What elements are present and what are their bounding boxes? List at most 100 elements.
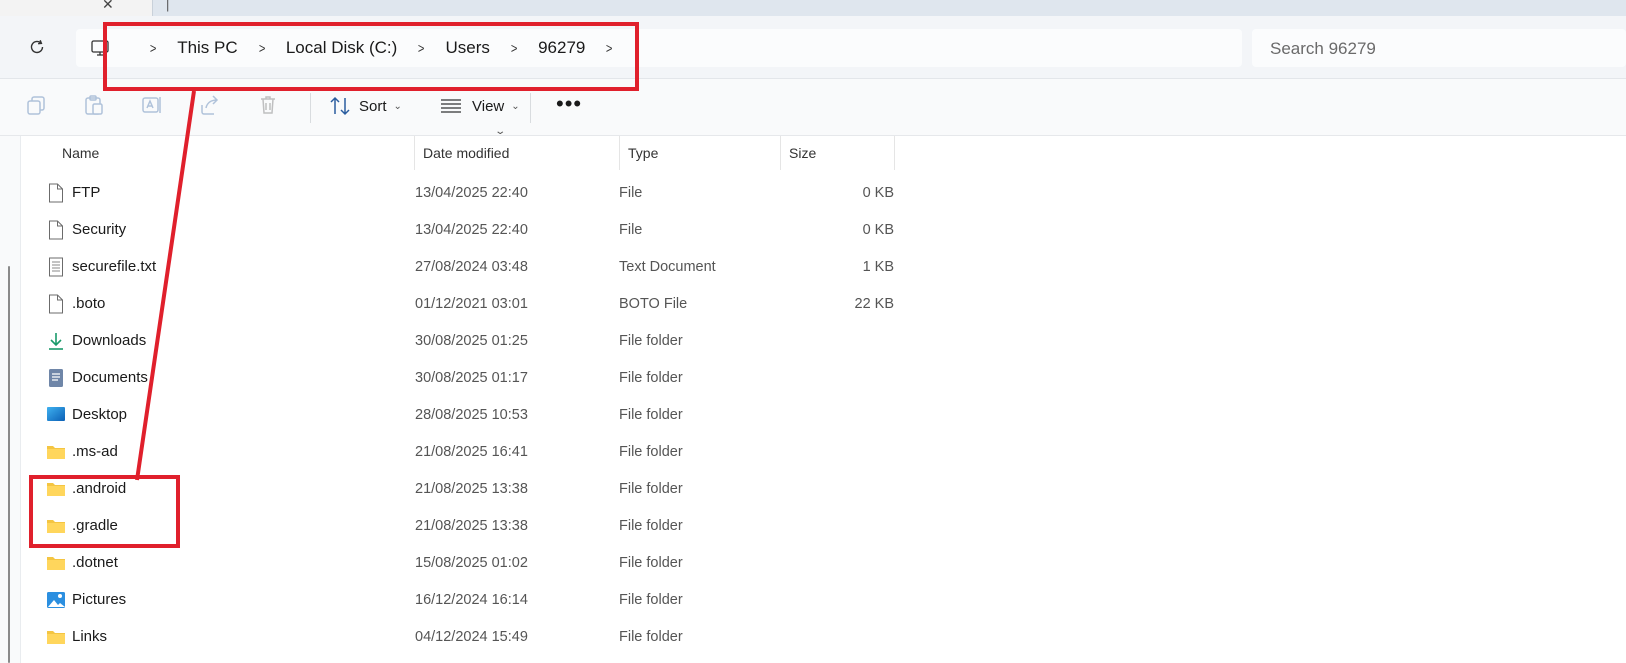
file-name: .ms-ad [72, 443, 118, 460]
file-size: 1 KB [862, 258, 894, 275]
file-name-cell[interactable]: Links [46, 618, 107, 655]
column-header-size[interactable]: Size [781, 136, 891, 170]
file-name: securefile.txt [72, 258, 157, 275]
file-type: File folder [619, 369, 683, 386]
file-size: 22 KB [854, 295, 895, 312]
share-icon[interactable] [198, 93, 222, 117]
view-icon [441, 99, 461, 113]
file-row[interactable]: Documents 30/08/2025 01:17 File folder [20, 359, 900, 396]
file-date: 13/04/2025 22:40 [415, 221, 528, 238]
file-name: Downloads [72, 332, 147, 349]
file-size: 0 KB [862, 221, 894, 238]
file-name-cell[interactable]: .gradle [46, 507, 118, 544]
breadcrumb-user-folder[interactable]: 96279 [538, 38, 585, 58]
file-row[interactable]: Downloads 30/08/2025 01:25 File folder [20, 322, 900, 359]
breadcrumb-users[interactable]: Users [446, 38, 490, 58]
navigation-pane-scrollbar[interactable] [8, 266, 10, 663]
file-date: 21/08/2025 13:38 [415, 517, 528, 534]
file-name-cell[interactable]: FTP [46, 174, 100, 211]
chevron-right-icon[interactable]: > [418, 40, 425, 56]
file-name: Desktop [72, 406, 128, 423]
file-date: 21/08/2025 13:38 [415, 480, 528, 497]
file-list: FTP 13/04/2025 22:40 File 0 KB Security 13/04… [20, 174, 900, 655]
file-date: 01/12/2021 03:01 [415, 295, 528, 312]
file-row[interactable]: Links 04/12/2024 15:49 File folder [20, 618, 900, 655]
column-header-type[interactable]: Type [620, 136, 780, 170]
file-name-cell[interactable]: securefile.txt [46, 248, 156, 285]
refresh-icon[interactable] [26, 36, 48, 58]
column-header-date-modified[interactable]: Date modified [415, 136, 619, 170]
file-row[interactable]: Pictures 16/12/2024 16:14 File folder [20, 581, 900, 618]
file-row[interactable]: .dotnet 15/08/2025 01:02 File folder [20, 544, 900, 581]
close-icon[interactable]: ✕ [102, 0, 114, 13]
file-icon [46, 220, 66, 240]
chevron-right-icon[interactable]: > [258, 40, 265, 56]
file-name: .android [72, 480, 127, 497]
file-size [780, 396, 894, 433]
file-row[interactable]: FTP 13/04/2025 22:40 File 0 KB [20, 174, 900, 211]
active-tab[interactable]: ✕ [0, 0, 153, 16]
file-date: 13/04/2025 22:40 [415, 184, 528, 201]
file-name: .dotnet [72, 554, 118, 571]
chevron-right-icon[interactable]: > [511, 40, 518, 56]
delete-icon[interactable] [256, 93, 280, 117]
address-bar[interactable]: > This PC > Local Disk (C:) > Users > 96… [76, 29, 1242, 67]
file-type: File [619, 221, 643, 238]
file-name: Links [72, 628, 108, 645]
folder-icon [46, 553, 66, 573]
search-input[interactable] [1252, 29, 1612, 69]
chevron-right-icon[interactable]: > [606, 40, 613, 56]
file-size: 0 KB [862, 184, 894, 201]
breadcrumb-local-disk[interactable]: Local Disk (C:) [286, 38, 397, 58]
file-row[interactable]: .android 21/08/2025 13:38 File folder [20, 470, 900, 507]
file-name: .gradle [72, 517, 118, 534]
file-name-cell[interactable]: .boto [46, 285, 105, 322]
this-pc-icon[interactable] [91, 40, 111, 56]
file-name: FTP [72, 184, 101, 201]
command-bar: Sort ⌄ View ⌄ ••• [0, 79, 1626, 136]
file-row[interactable]: .gradle 21/08/2025 13:38 File folder [20, 507, 900, 544]
file-icon [46, 294, 66, 314]
file-name-cell[interactable]: .ms-ad [46, 433, 118, 470]
folder-icon [46, 516, 66, 536]
file-name-cell[interactable]: Documents [46, 359, 148, 396]
folder-icon [46, 479, 66, 499]
file-row[interactable]: Desktop 28/08/2025 10:53 File folder [20, 396, 900, 433]
file-name-cell[interactable]: Pictures [46, 581, 126, 618]
file-row[interactable]: .boto 01/12/2021 03:01 BOTO File 22 KB [20, 285, 900, 322]
chevron-down-icon: ⌄ [393, 100, 402, 112]
file-name: Pictures [72, 591, 127, 608]
file-row[interactable]: securefile.txt 27/08/2024 03:48 Text Docum… [20, 248, 900, 285]
search-box[interactable] [1252, 29, 1626, 69]
file-date: 21/08/2025 16:41 [415, 443, 528, 460]
file-name: .boto [72, 295, 106, 312]
copy-icon[interactable] [24, 93, 48, 117]
file-name-cell[interactable]: Downloads [46, 322, 146, 359]
view-button[interactable]: View ⌄ [440, 91, 520, 121]
file-type: File [619, 184, 643, 201]
column-header-name[interactable]: Name [54, 136, 414, 170]
chevron-right-icon[interactable]: > [150, 40, 157, 56]
sort-button[interactable]: Sort ⌄ [329, 91, 402, 121]
desktop-icon [46, 405, 66, 425]
file-type: File folder [619, 443, 683, 460]
view-label: View [472, 97, 505, 115]
file-name-cell[interactable]: .dotnet [46, 544, 118, 581]
file-name-cell[interactable]: Security [46, 211, 126, 248]
file-type: File folder [619, 480, 683, 497]
file-name-cell[interactable]: .android [46, 470, 126, 507]
file-row[interactable]: Security 13/04/2025 22:40 File 0 KB [20, 211, 900, 248]
paste-icon[interactable] [82, 93, 106, 117]
downloads-icon [46, 331, 66, 351]
breadcrumb: > This PC > Local Disk (C:) > Users > 96… [91, 29, 634, 67]
file-name-cell[interactable]: Desktop [46, 396, 127, 433]
text-file-icon [46, 257, 66, 277]
new-tab-icon[interactable]: | [166, 0, 169, 12]
breadcrumb-this-pc[interactable]: This PC [177, 38, 237, 58]
column-divider[interactable] [894, 136, 895, 170]
more-options-icon[interactable]: ••• [556, 91, 582, 117]
rename-icon[interactable] [140, 93, 164, 117]
file-size [780, 544, 894, 581]
file-row[interactable]: .ms-ad 21/08/2025 16:41 File folder [20, 433, 900, 470]
file-date: 28/08/2025 10:53 [415, 406, 528, 423]
